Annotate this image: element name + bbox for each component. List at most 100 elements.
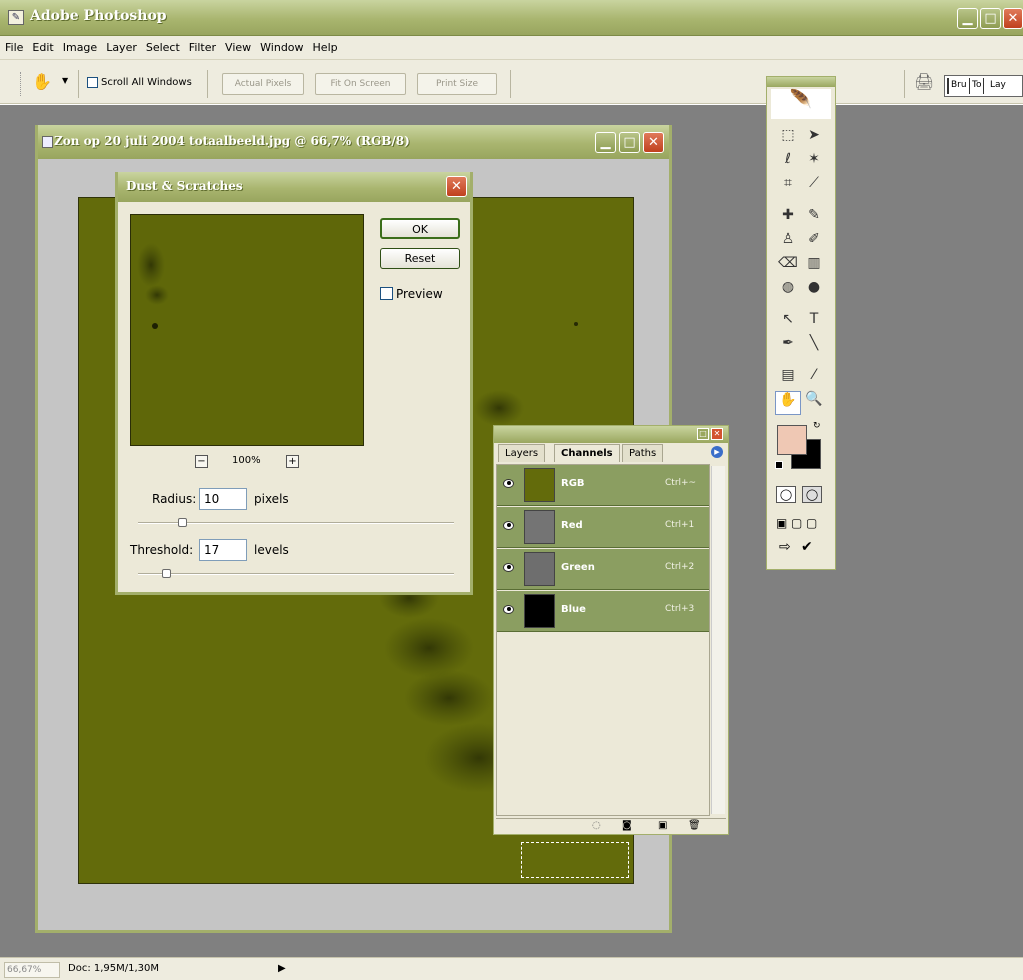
maximize-button[interactable]: □ xyxy=(980,8,1001,29)
threshold-input[interactable]: 17 xyxy=(199,539,247,561)
crop-tool-icon[interactable]: ⌗ xyxy=(775,175,801,201)
reset-button[interactable]: Reset xyxy=(380,248,460,269)
menu-view[interactable]: View xyxy=(221,36,255,60)
line-tool-icon[interactable]: ╲ xyxy=(801,335,827,361)
path-selection-icon[interactable]: ↖ xyxy=(775,311,801,335)
brush-tool-icon[interactable]: ✎ xyxy=(801,207,827,231)
healing-brush-icon[interactable]: ✚ xyxy=(775,207,801,231)
preview-checkbox[interactable] xyxy=(380,287,393,300)
close-button[interactable]: ✕ xyxy=(1003,8,1023,29)
menu-help[interactable]: Help xyxy=(309,36,342,60)
standard-mode-icon[interactable]: ◯ xyxy=(776,486,796,503)
default-colors-icon[interactable] xyxy=(775,461,783,469)
dialog-titlebar[interactable]: Dust & Scratches ✕ xyxy=(118,172,470,202)
palette-titlebar[interactable]: □ ✕ xyxy=(494,426,728,443)
document-close-button[interactable]: ✕ xyxy=(643,132,664,153)
palette-minimize-button[interactable]: □ xyxy=(697,428,709,440)
foreground-color-swatch[interactable] xyxy=(777,425,807,455)
clone-stamp-icon[interactable]: ♙ xyxy=(775,231,801,255)
scroll-all-checkbox[interactable] xyxy=(87,77,98,88)
minimize-button[interactable]: ▁ xyxy=(957,8,978,29)
zoom-level[interactable]: 66,67% xyxy=(4,962,60,978)
status-menu-arrow-icon[interactable]: ▶ xyxy=(278,963,286,974)
chevron-down-icon[interactable]: ▼ xyxy=(62,76,68,85)
magic-wand-icon[interactable]: ✶ xyxy=(801,151,827,175)
zoom-tool-icon[interactable]: 🔍 xyxy=(801,391,827,415)
pen-tool-icon[interactable]: ✒ xyxy=(775,335,801,361)
save-selection-icon[interactable]: ◙ xyxy=(622,820,632,831)
feather-icon[interactable]: 🪶 xyxy=(771,89,831,119)
slice-tool-icon[interactable]: ⟋ xyxy=(801,175,827,201)
hand-tool-icon[interactable]: ✋ xyxy=(775,391,801,415)
gradient-tool-icon[interactable]: ▥ xyxy=(801,255,827,279)
eraser-icon[interactable]: ⌫ xyxy=(775,255,801,279)
history-brush-icon[interactable]: ✐ xyxy=(801,231,827,255)
move-tool-icon[interactable]: ➤ xyxy=(801,127,827,151)
visibility-eye-icon[interactable] xyxy=(503,605,514,614)
palette-close-button[interactable]: ✕ xyxy=(711,428,723,440)
screen-mode-standard-icon[interactable]: ▣ xyxy=(776,516,787,530)
palette-menu-icon[interactable]: ▶ xyxy=(711,446,723,458)
toolbox: 🪶 ⬚ ➤ ℓ ✶ ⌗ ⟋ ✚ ✎ ♙ ✐ ⌫ ▥ ◍ ● ↖ T ✒ ╲ ▤ ⁄ ✋ 🔍 ↻ ◯ ◯… xyxy=(766,76,836,570)
load-selection-icon[interactable]: ◌ xyxy=(592,820,601,831)
zoom-out-button[interactable]: − xyxy=(195,455,208,468)
tab-channels[interactable]: Channels xyxy=(554,444,620,462)
threshold-unit: levels xyxy=(254,543,289,557)
file-browser-icon[interactable]: 🖨 xyxy=(914,72,934,91)
quick-mask-icon[interactable]: ◯ xyxy=(802,486,822,503)
palette-scrollbar[interactable] xyxy=(711,466,725,814)
menu-image[interactable]: Image xyxy=(59,36,101,60)
print-size-button[interactable]: Print Size xyxy=(417,73,497,95)
blur-tool-icon[interactable]: ◍ xyxy=(775,279,801,305)
radius-slider-thumb[interactable] xyxy=(178,518,187,527)
visibility-eye-icon[interactable] xyxy=(503,479,514,488)
visibility-eye-icon[interactable] xyxy=(503,563,514,572)
tab-layers[interactable]: Layers xyxy=(498,444,546,462)
toolbox-titlebar[interactable] xyxy=(767,77,835,87)
imageready-icon[interactable]: ✔ xyxy=(801,539,813,555)
swap-colors-icon[interactable]: ↻ xyxy=(813,421,821,431)
menu-layer[interactable]: Layer xyxy=(102,36,141,60)
fit-on-screen-button[interactable]: Fit On Screen xyxy=(315,73,406,95)
dialog-close-button[interactable]: ✕ xyxy=(446,176,467,197)
zoom-in-button[interactable]: + xyxy=(286,455,299,468)
document-icon xyxy=(42,136,53,148)
channel-row-blue[interactable]: Blue Ctrl+3 xyxy=(497,591,709,632)
tab-paths[interactable]: Paths xyxy=(622,444,664,462)
marquee-tool-icon[interactable]: ⬚ xyxy=(775,127,801,151)
document-maximize-button[interactable]: □ xyxy=(619,132,640,153)
lasso-tool-icon[interactable]: ℓ xyxy=(775,151,801,175)
screen-mode-full-icon[interactable]: ▢ xyxy=(806,516,817,530)
eyedropper-icon[interactable]: ⁄ xyxy=(801,367,827,391)
channel-row-rgb[interactable]: RGB Ctrl+~ xyxy=(497,465,709,506)
well-tab-brushes[interactable]: Bru xyxy=(947,78,970,94)
document-minimize-button[interactable]: ▁ xyxy=(595,132,616,153)
channel-row-red[interactable]: Red Ctrl+1 xyxy=(497,507,709,548)
well-tab-layer-comps[interactable]: Lay xyxy=(990,78,1006,94)
radius-input[interactable]: 10 xyxy=(199,488,247,510)
new-channel-icon[interactable]: ▣ xyxy=(658,820,667,831)
well-tab-tool-presets[interactable]: To xyxy=(972,78,985,94)
menu-select[interactable]: Select xyxy=(142,36,184,60)
visibility-eye-icon[interactable] xyxy=(503,521,514,530)
options-separator xyxy=(510,70,511,98)
menu-window[interactable]: Window xyxy=(256,36,307,60)
dodge-tool-icon[interactable]: ● xyxy=(801,279,827,305)
hand-tool-preset-icon[interactable]: ✋ xyxy=(32,72,52,91)
menu-filter[interactable]: Filter xyxy=(185,36,220,60)
document-titlebar[interactable]: Zon op 20 juli 2004 totaalbeeld.jpg @ 66… xyxy=(38,125,669,159)
jump-to-imageready-icon[interactable]: ⇨ xyxy=(779,539,791,555)
menu-file[interactable]: File xyxy=(1,36,27,60)
type-tool-icon[interactable]: T xyxy=(801,311,827,335)
options-grip[interactable] xyxy=(20,72,23,96)
ok-button[interactable]: OK xyxy=(380,218,460,239)
trash-icon[interactable]: 🗑 xyxy=(688,820,701,831)
notes-tool-icon[interactable]: ▤ xyxy=(775,367,801,391)
actual-pixels-button[interactable]: Actual Pixels xyxy=(222,73,304,95)
threshold-slider-track[interactable] xyxy=(138,573,454,575)
threshold-slider-thumb[interactable] xyxy=(162,569,171,578)
menu-edit[interactable]: Edit xyxy=(28,36,57,60)
screen-mode-menubar-icon[interactable]: ▢ xyxy=(791,516,802,530)
channel-row-green[interactable]: Green Ctrl+2 xyxy=(497,549,709,590)
filter-preview-image[interactable] xyxy=(130,214,364,446)
